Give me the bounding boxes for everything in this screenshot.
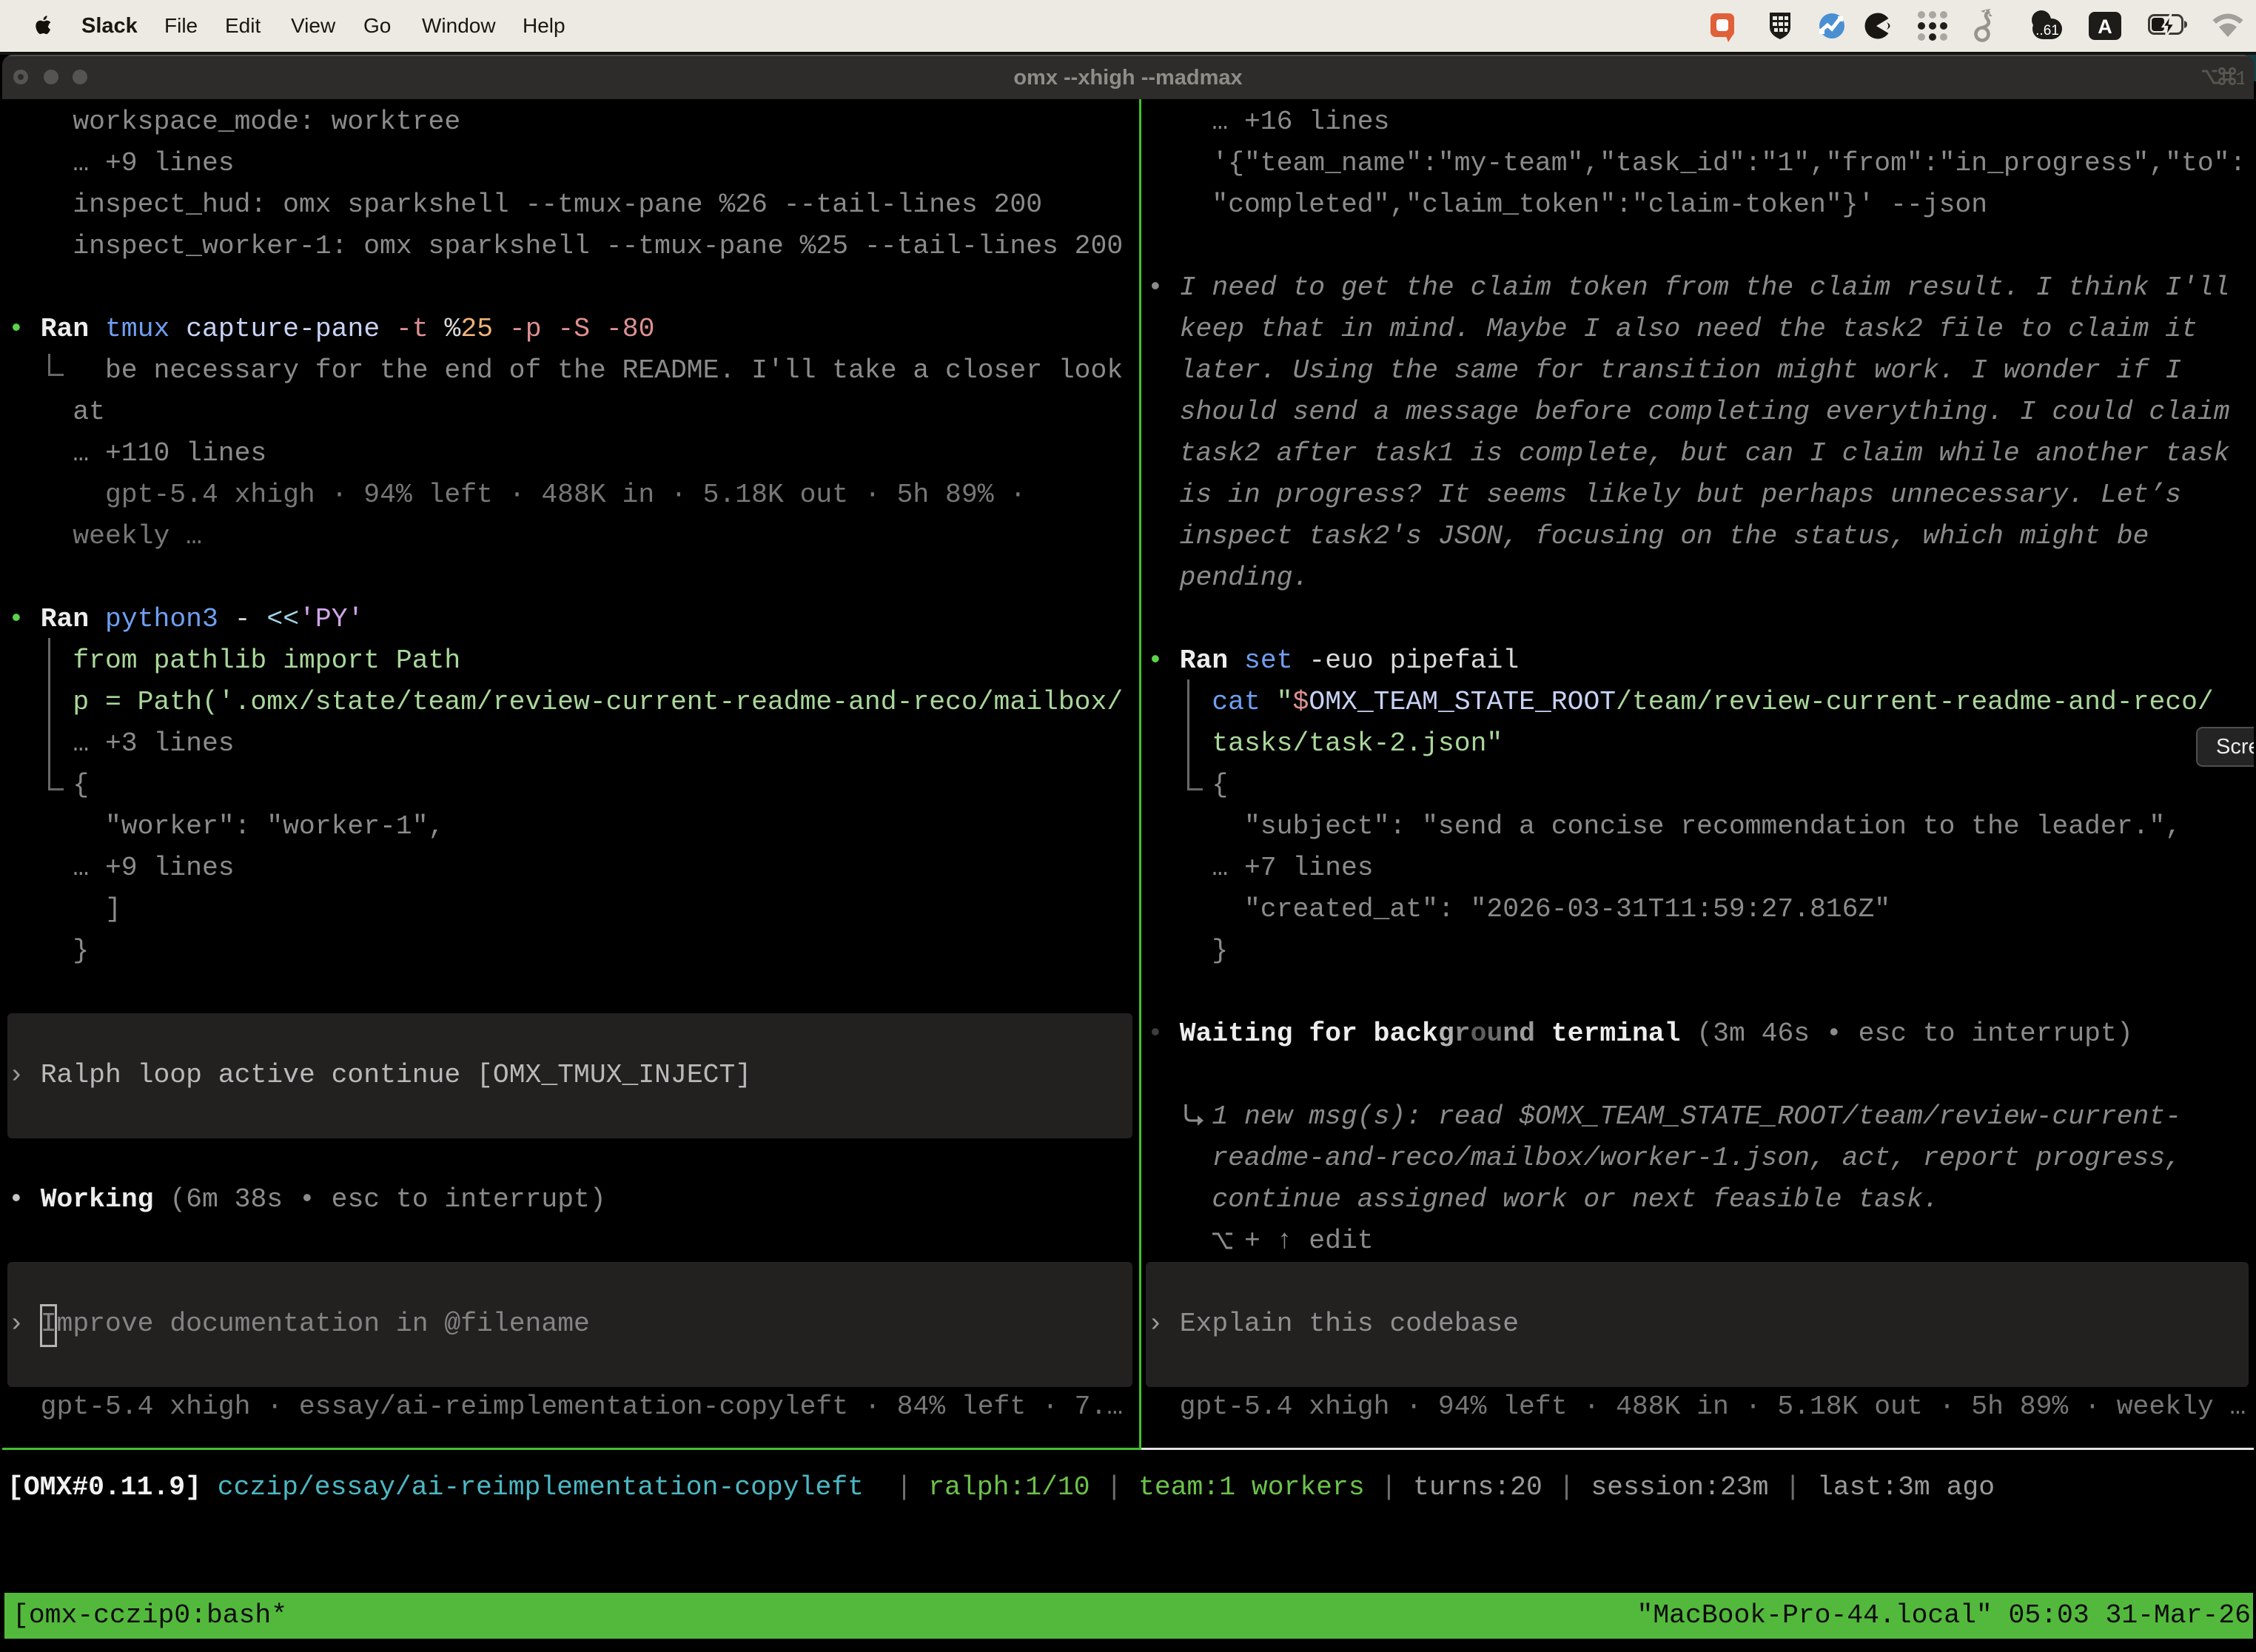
svg-text:A: A — [2098, 16, 2112, 38]
svg-text:1: 1 — [2235, 69, 2244, 90]
svg-text:..61: ..61 — [2035, 23, 2059, 38]
